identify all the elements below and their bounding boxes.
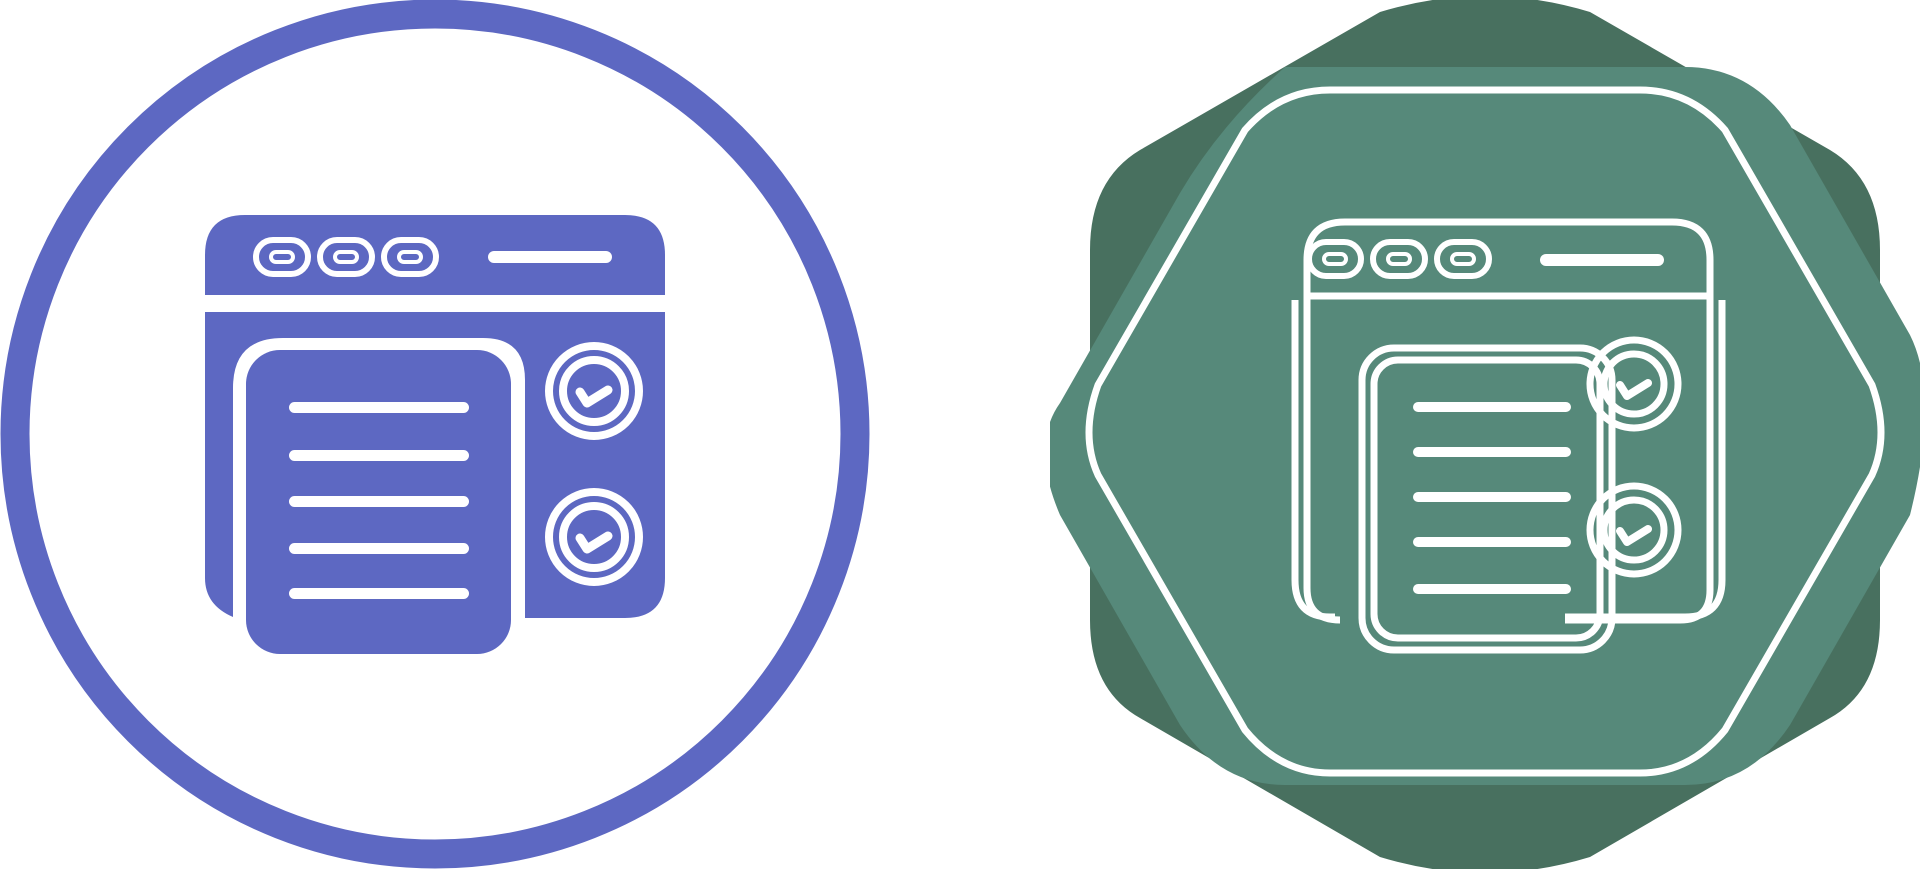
glyph-icon-panel: [0, 0, 870, 869]
line-icon-panel: [1050, 0, 1920, 869]
web-task-list-line-icon: [1050, 0, 1920, 869]
icon-set: [0, 0, 1920, 869]
address-bar: [488, 251, 612, 263]
web-task-list-glyph-icon: [0, 0, 870, 869]
address-bar: [1540, 254, 1664, 266]
